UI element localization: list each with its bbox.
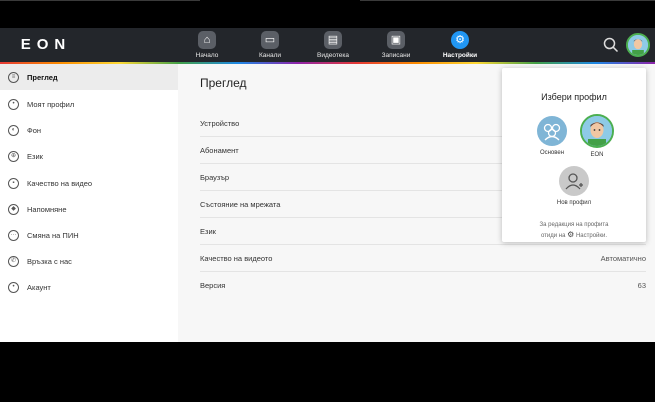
tv-icon: ▭ [261,31,279,49]
profile-picker-popup: Избери профил Основен EON Нов профил За … [502,68,646,242]
sidebar-item-account[interactable]: • Акаунт [0,274,178,300]
row-label: Версия [200,281,226,290]
sidebar-item-label: Връзка с нас [27,256,72,266]
profile-label: Основен [539,150,565,156]
nav-label: Начало [195,52,219,59]
settings-sidebar: ≡ Преглед • Моят профил ◐ Фон ⊕ Език ▪ К… [0,64,178,342]
nav-home[interactable]: ⌂ Начало [182,31,232,59]
sidebar-item-contact-us[interactable]: ✆ Връзка с нас [0,248,178,274]
bottom-black-bar [0,342,655,402]
nav-recorded[interactable]: ▣ Записани [371,31,421,59]
sidebar-item-reminder[interactable]: ◆ Напомняне [0,196,178,222]
sidebar-item-label: Моят профил [27,99,75,109]
sidebar-item-background[interactable]: ◐ Фон [0,117,178,143]
nav-label: Канали [258,52,282,59]
profile-main[interactable]: Основен [527,116,577,156]
overview-icon: ≡ [8,71,19,83]
sidebar-item-my-profile[interactable]: • Моят профил [0,91,178,117]
note-line-1: За редакция на профита [539,222,609,228]
sidebar-item-overview[interactable]: ≡ Преглед [0,64,178,90]
gear-icon: ⚙ [451,31,469,49]
new-profile-label: Нов профил [556,200,592,206]
row-label: Браузър [200,172,230,182]
sidebar-item-label: Смяна на ПИН [27,230,79,240]
new-profile-button[interactable]: Нов профил [549,166,599,206]
sidebar-item-label: Качество на видео [27,178,93,188]
nav-channels[interactable]: ▭ Канали [245,31,295,59]
info-row-version: Версия 63 [200,272,646,299]
row-value: 63 [637,281,646,290]
sidebar-item-label: Език [27,151,43,161]
row-label: Език [200,226,216,236]
logo-text: EON [20,36,72,53]
info-row-video-quality: Качество на видеото Автоматично [200,245,646,272]
profile-eon[interactable]: EON [572,114,622,158]
row-label: Качество на видеото [200,253,273,263]
sidebar-item-label: Акаунт [27,282,51,292]
phone-icon: ✆ [8,255,19,267]
row-label: Състояние на мрежата [200,199,281,209]
sidebar-item-language[interactable]: ⊕ Език [0,143,178,169]
nav-settings[interactable]: ⚙ Настройки [435,31,485,59]
sidebar-item-label: Напомняне [27,204,67,214]
search-icon[interactable] [603,37,619,53]
nav-label: Записани [381,52,411,59]
row-label: Устройство [200,118,240,128]
note-gear-icon: ⚙ [567,230,575,239]
sidebar-item-label: Преглед [27,72,58,82]
settings-link[interactable]: Настройки. [576,233,607,239]
row-value: Автоматично [600,253,646,263]
add-user-icon [559,166,589,196]
top-black-bar [0,0,655,28]
home-icon: ⌂ [198,31,216,49]
nav-label: Видеотека [317,52,349,59]
palette-icon: ◐ [8,124,19,136]
page-title: Преглед [200,76,247,90]
avatar-face [580,114,614,148]
hd-icon: ▪ [8,177,19,189]
popup-note: За редакция на профита отиди на ⚙ Настро… [502,220,646,241]
nav-label: Настройки [442,52,478,59]
pin-icon: ··· [8,229,19,241]
profile-label: EON [590,152,604,158]
top-divider-left [0,0,200,1]
globe-icon: ⊕ [8,150,19,162]
row-label: Абонамент [200,145,239,155]
note-line-2: отиди на ⚙ Настройки. [502,230,646,241]
top-divider-right [360,0,655,1]
account-icon: • [8,281,19,293]
sidebar-item-change-pin[interactable]: ··· Смяна на ПИН [0,222,178,248]
popup-title: Избери профил [541,92,607,102]
group-icon [537,116,567,146]
sidebar-item-video-quality[interactable]: ▪ Качество на видео [0,170,178,196]
sidebar-item-label: Фон [27,125,42,135]
film-icon: ▤ [324,31,342,49]
user-icon: • [8,98,19,110]
eon-logo[interactable]: EON [16,36,76,54]
compass-icon: ◆ [8,203,19,215]
folder-icon: ▣ [387,31,405,49]
nav-videoteka[interactable]: ▤ Видеотека [308,31,358,59]
note-prefix: отиди на [540,233,566,239]
avatar-face-icon [628,35,648,55]
profile-avatar-button[interactable] [626,33,650,57]
